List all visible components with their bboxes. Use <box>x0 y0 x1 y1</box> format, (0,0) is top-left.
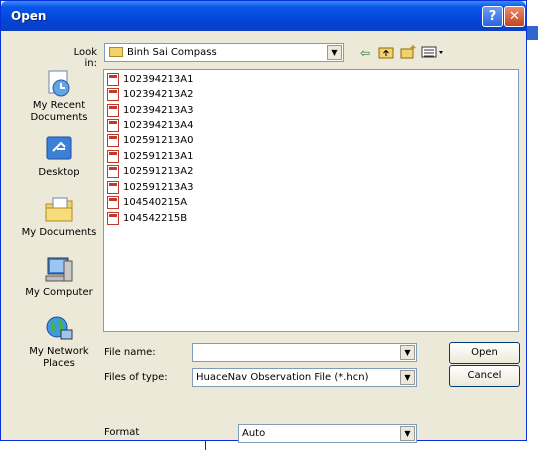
help-button[interactable]: ? <box>482 6 503 27</box>
file-icon <box>107 196 119 209</box>
file-name: 102394213A1 <box>123 74 194 85</box>
file-icon <box>107 73 119 86</box>
back-arrow-icon[interactable]: ⇦ <box>357 45 373 61</box>
place-label-my-documents: My Documents <box>21 227 97 238</box>
place-label-recent: My Recent Documents <box>30 100 88 123</box>
cancel-button[interactable]: Cancel <box>449 365 520 387</box>
file-name: 102394213A2 <box>123 89 194 100</box>
background-divider <box>205 440 206 450</box>
view-menu-icon[interactable] <box>421 45 445 61</box>
file-name: 102591213A1 <box>123 151 194 162</box>
open-button[interactable]: Open <box>449 342 520 364</box>
title-bar[interactable]: Open ? ✕ <box>1 1 526 31</box>
file-name: 104542215B <box>123 213 188 224</box>
file-icon <box>107 88 119 101</box>
my-documents-icon <box>45 197 73 222</box>
look-in-label: Look in: <box>73 47 97 69</box>
file-name: 102394213A3 <box>123 105 194 116</box>
up-folder-icon[interactable] <box>378 45 394 61</box>
desktop-icon <box>46 136 72 160</box>
window-title: Open <box>11 9 47 23</box>
look-in-dropdown[interactable]: Binh Sai Compass ▼ <box>104 43 344 62</box>
file-name-field[interactable]: ▼ <box>192 343 417 362</box>
new-folder-icon[interactable] <box>400 45 416 61</box>
file-name: 102591213A0 <box>123 135 194 146</box>
place-label-my-computer: My Computer <box>25 287 93 298</box>
chevron-down-icon[interactable]: ▼ <box>400 426 415 441</box>
file-type-dropdown[interactable]: HuaceNav Observation File (*.hcn) ▼ <box>192 368 417 387</box>
file-icon <box>107 104 119 117</box>
look-in-value: Binh Sai Compass <box>127 47 217 58</box>
background-window-strip <box>526 26 538 40</box>
file-icon <box>107 134 119 147</box>
close-button[interactable]: ✕ <box>504 6 525 27</box>
file-name: 102591213A3 <box>123 182 194 193</box>
file-name: 102394213A4 <box>123 120 194 131</box>
chevron-down-icon[interactable]: ▼ <box>327 45 342 60</box>
place-label-desktop: Desktop <box>38 167 80 178</box>
file-icon <box>107 150 119 163</box>
format-dropdown[interactable]: Auto ▼ <box>238 424 417 443</box>
file-icon <box>107 119 119 132</box>
network-places-icon <box>46 316 73 340</box>
my-computer-icon <box>45 257 73 282</box>
chevron-down-icon[interactable]: ▼ <box>400 370 415 385</box>
open-dialog: Open ? ✕ Look in: Binh Sai Compass ▼ ⇦ M… <box>0 0 527 443</box>
file-type-value: HuaceNav Observation File (*.hcn) <box>196 372 369 383</box>
format-value: Auto <box>242 428 266 439</box>
recent-documents-icon <box>48 70 70 97</box>
file-icon <box>107 212 119 225</box>
folder-icon <box>109 47 123 57</box>
chevron-down-icon[interactable]: ▼ <box>400 345 415 360</box>
file-name: 104540215A <box>123 197 188 208</box>
file-icon <box>107 181 119 194</box>
place-label-network: My Network Places <box>29 346 89 369</box>
format-label: Format <box>104 427 140 438</box>
file-name: 102591213A2 <box>123 166 194 177</box>
file-name-label: File name: <box>104 347 156 358</box>
file-type-label: Files of type: <box>104 372 168 383</box>
file-list[interactable]: 102394213A1 102394213A2 102394213A3 1023… <box>103 69 519 332</box>
file-icon <box>107 165 119 178</box>
